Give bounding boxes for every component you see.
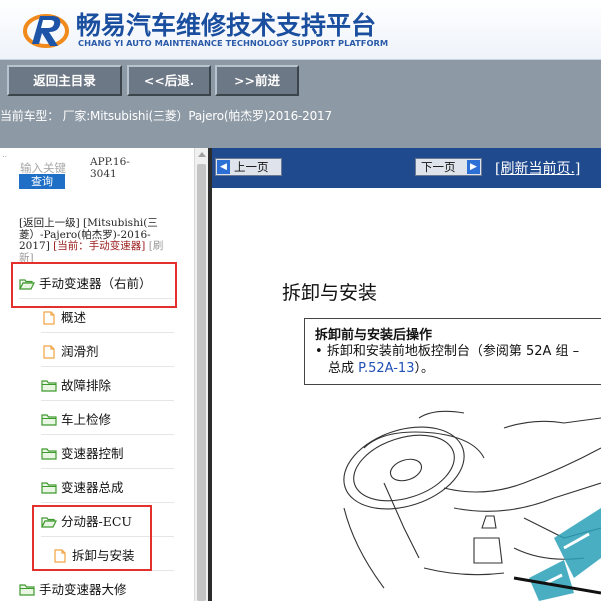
breadcrumb-current: [当前：手动变速器] (53, 240, 146, 252)
highlight-box-manual-transmission (11, 262, 177, 308)
logo-icon (23, 14, 69, 48)
folder-icon (19, 584, 35, 596)
document-page: 拆卸与安装 拆卸前与安装后操作 • 拆卸和安装前地板控制台（参阅第 52A 组 … (212, 188, 601, 601)
site-subtitle: CHANG YI AUTO MAINTENANCE TECHNOLOGY SUP… (78, 38, 389, 48)
note-bullet: • (315, 344, 323, 359)
tree-item-label: 车上检修 (61, 412, 112, 427)
app-window: 畅易汽车维修技术支持平台 CHANG YI AUTO MAINTENANCE T… (0, 0, 601, 601)
dashboard-illustration (343, 410, 601, 601)
note-box: 拆卸前与安装后操作 • 拆卸和安装前地板控制台（参阅第 52A 组 – 总成 P… (304, 318, 601, 385)
document-title: 拆卸与安装 (282, 282, 378, 304)
sidebar-scrollbar[interactable] (194, 148, 208, 601)
nav-toolbar: 返回主目录 <<后退. >>前进 (0, 60, 601, 102)
document-icon (43, 345, 55, 359)
folder-icon (41, 380, 57, 392)
search-button[interactable]: 查询 (19, 174, 65, 189)
pager-bar: ◀ 上一页 下一页 ▶ [刷新当前页.] (212, 148, 601, 188)
folder-icon (41, 482, 57, 494)
note-text-line-3: ）。 (414, 361, 434, 376)
tree-item-on-vehicle-service[interactable]: 车上检修 (41, 405, 174, 435)
current-model-text: 当前车型： 厂家:Mitsubishi(三菱）Pajero(帕杰罗)2016-2… (0, 109, 332, 123)
highlight-box-transfer-ecu (32, 505, 152, 571)
arrow-left-icon: ◀ (217, 160, 230, 174)
model-bar: 当前车型： 厂家:Mitsubishi(三菱）Pajero(帕杰罗)2016-2… (0, 102, 601, 148)
sidebar: .. 输入关键 查询 APP.16-3041 [返回上一级] [Mitsubis… (0, 148, 194, 601)
tree-item-troubleshooting[interactable]: 故障排除 (41, 371, 174, 401)
refresh-page-link[interactable]: [刷新当前页.] (495, 158, 580, 178)
document-icon (43, 311, 55, 325)
tree-item-label: 变速器总成 (61, 480, 124, 495)
site-title: 畅易汽车维修技术支持平台 (76, 11, 377, 40)
tree-item-lubricant[interactable]: 润滑剂 (41, 337, 174, 367)
note-heading: 拆卸前与安装后操作 (315, 328, 433, 343)
note-text-line-1: 拆卸和安装前地板控制台（参阅第 52A 组 – (326, 344, 580, 359)
tree-item-manual-transmission-overhaul[interactable]: 手动变速器大修 (19, 575, 174, 601)
forward-button[interactable]: >>前进 (215, 65, 299, 96)
arrow-right-icon: ▶ (467, 160, 480, 174)
back-button[interactable]: <<后退. (127, 65, 211, 96)
tree-item-label: 故障排除 (61, 378, 112, 393)
tree-item-label: 变速器控制 (61, 446, 124, 461)
tree-item-transmission-assembly[interactable]: 变速器总成 (41, 473, 174, 503)
content-panel: ◀ 上一页 下一页 ▶ [刷新当前页.] 拆卸与安装 拆卸前与安装后操作 • 拆… (212, 148, 601, 601)
doc-code: APP.16-3041 (90, 156, 130, 180)
note-text-line-2: 总成 (328, 361, 359, 376)
home-button[interactable]: 返回主目录 (7, 65, 122, 96)
scroll-up-arrow-icon[interactable] (198, 152, 206, 157)
small-marker: .. (2, 150, 8, 159)
next-page-label: 下一页 (421, 160, 456, 174)
folder-icon (41, 414, 57, 426)
scrollbar-thumb[interactable] (197, 164, 206, 601)
tree-item-transmission-control[interactable]: 变速器控制 (41, 439, 174, 469)
breadcrumb: [返回上一级] [Mitsubishi(三菱）-Pajero(帕杰罗)-2016… (19, 217, 174, 264)
prev-page-label: 上一页 (234, 160, 269, 174)
site-header: 畅易汽车维修技术支持平台 CHANG YI AUTO MAINTENANCE T… (0, 0, 601, 60)
next-page-button[interactable]: 下一页 ▶ (415, 158, 482, 176)
note-reference-link[interactable]: P.52A-13 (358, 361, 414, 376)
note-text: • 拆卸和安装前地板控制台（参阅第 52A 组 – 总成 P.52A-13）。 (315, 343, 601, 377)
prev-page-button[interactable]: ◀ 上一页 (215, 158, 282, 176)
folder-icon (41, 448, 57, 460)
tree-item-label: 润滑剂 (61, 344, 99, 359)
tree-item-label: 手动变速器大修 (39, 582, 127, 597)
